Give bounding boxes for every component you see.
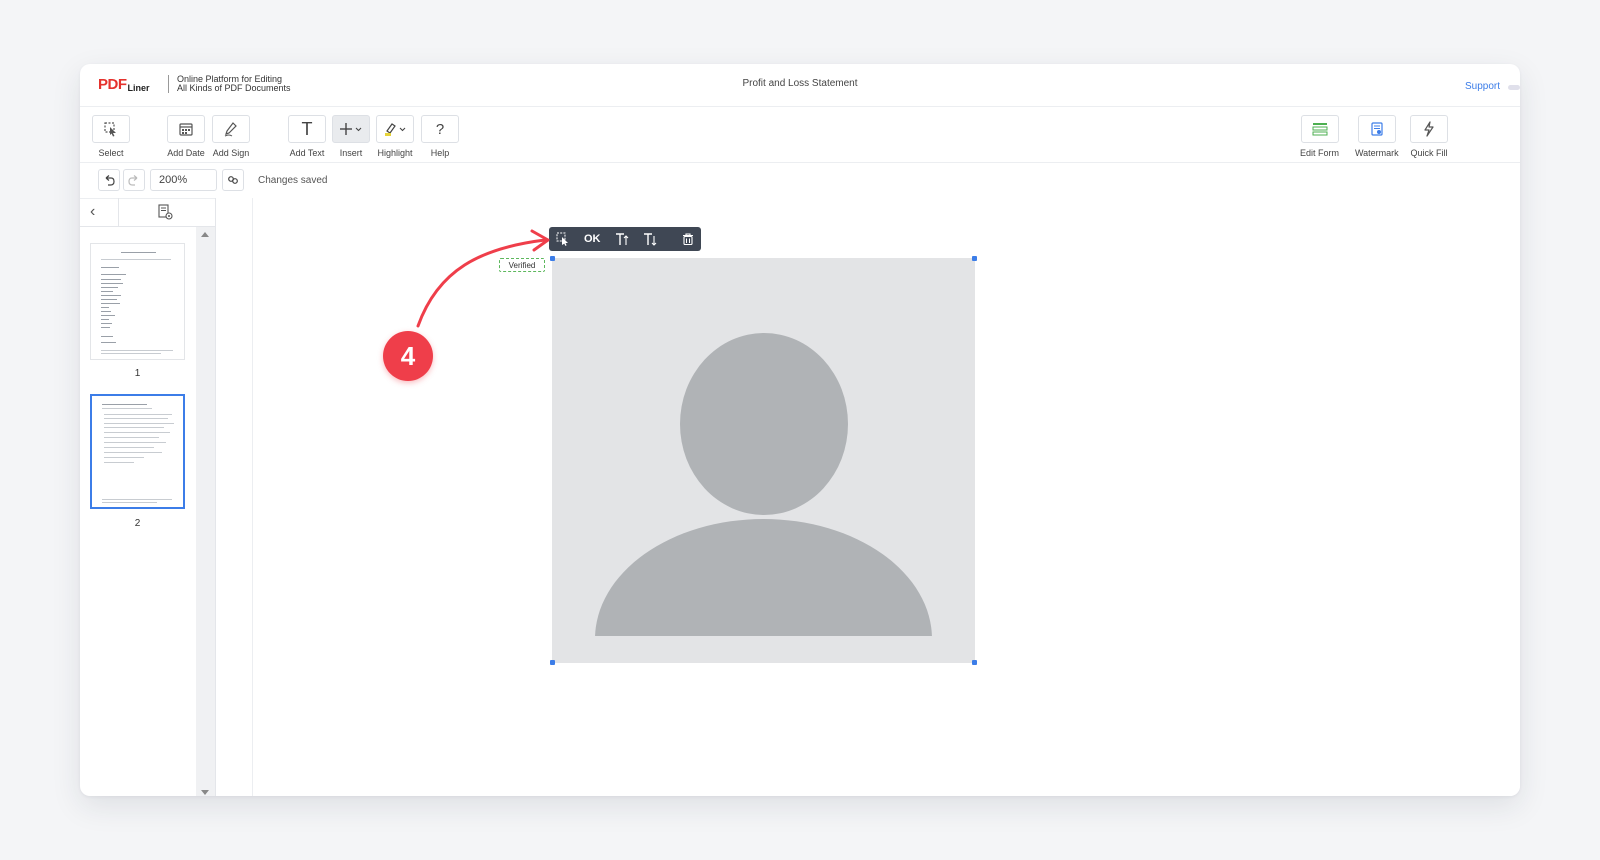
avatar-bottom-mask: [552, 636, 975, 663]
highlight-label: Highlight: [377, 148, 413, 158]
page-number-1: 1: [134, 368, 141, 379]
page-thumbnail-1[interactable]: [90, 243, 185, 360]
page-settings-icon[interactable]: [156, 203, 174, 226]
resize-handle-top-right[interactable]: [972, 256, 977, 261]
redo-icon: [128, 175, 138, 186]
trash-icon[interactable]: [681, 232, 695, 246]
document-title: Profit and Loss Statement: [742, 78, 858, 89]
image-placeholder[interactable]: [552, 258, 975, 663]
step-badge: 4: [383, 331, 433, 381]
add-sign-label: Add Sign: [212, 148, 250, 158]
select-tool-icon: [92, 115, 130, 143]
account-menu[interactable]: [1508, 85, 1520, 90]
help-tool[interactable]: ? Help: [421, 115, 459, 158]
sidebar-header-divider: [118, 198, 119, 226]
document-canvas[interactable]: OK Verified: [216, 198, 1520, 796]
field-select-icon[interactable]: [556, 232, 570, 246]
secondary-toolbar: 200% Changes saved: [80, 163, 1520, 199]
pen-icon: [212, 115, 250, 143]
field-toolbar: OK: [549, 227, 701, 251]
avatar-head: [680, 333, 848, 515]
page-number-2: 2: [134, 518, 141, 529]
link-icon: [228, 176, 238, 184]
pages-sidebar: ‹ 1 2: [80, 198, 216, 796]
add-date-label: Add Date: [167, 148, 205, 158]
support-link[interactable]: Support: [1465, 81, 1500, 92]
highlighter-icon: [376, 115, 414, 143]
edit-form-icon: [1300, 115, 1339, 143]
undo-icon: [105, 175, 115, 186]
field-ok-button[interactable]: OK: [584, 233, 601, 245]
link-button[interactable]: [222, 169, 244, 191]
page-thumbnail-2[interactable]: [90, 394, 185, 509]
watermark-icon: [1357, 115, 1396, 143]
redo-button[interactable]: [123, 169, 145, 191]
highlight-tool[interactable]: Highlight: [376, 115, 414, 158]
quick-fill-tool[interactable]: Quick Fill: [1410, 115, 1448, 158]
app-window: PDF Liner Online Platform for Editing Al…: [80, 64, 1520, 796]
page-margin-line: [252, 198, 253, 796]
save-status: Changes saved: [258, 175, 328, 186]
resize-handle-bottom-left[interactable]: [550, 660, 555, 665]
verified-label[interactable]: Verified: [499, 258, 545, 272]
watermark-tool[interactable]: Watermark: [1355, 115, 1399, 158]
edit-form-tool[interactable]: Edit Form: [1300, 115, 1339, 158]
add-date-tool[interactable]: Add Date: [167, 115, 205, 158]
increase-font-icon[interactable]: [615, 232, 629, 246]
select-tool[interactable]: Select: [92, 115, 130, 158]
text-icon: T: [288, 115, 326, 143]
question-icon: ?: [421, 115, 459, 143]
lightning-icon: [1410, 115, 1448, 143]
zoom-field[interactable]: 200%: [150, 169, 217, 191]
decrease-font-icon[interactable]: [643, 232, 657, 246]
select-tool-label: Select: [98, 148, 124, 158]
watermark-label: Watermark: [1355, 148, 1399, 158]
sidebar-scrollbar[interactable]: [196, 227, 215, 796]
add-text-label: Add Text: [289, 148, 325, 158]
main-toolbar: Select Add Date Add Sign T Add Text Inse…: [80, 107, 1520, 163]
resize-handle-bottom-right[interactable]: [972, 660, 977, 665]
scroll-down-icon[interactable]: [201, 790, 209, 795]
sidebar-header: ‹: [80, 198, 215, 227]
app-header: PDF Liner Online Platform for Editing Al…: [80, 64, 1520, 107]
edit-form-label: Edit Form: [1300, 148, 1340, 158]
add-text-tool[interactable]: T Add Text: [288, 115, 326, 158]
quick-fill-label: Quick Fill: [1410, 148, 1448, 158]
insert-tool[interactable]: Insert: [332, 115, 370, 158]
resize-handle-top-left[interactable]: [550, 256, 555, 261]
chevron-left-icon[interactable]: ‹: [90, 203, 95, 221]
help-label: Help: [430, 148, 450, 158]
insert-label: Insert: [339, 148, 363, 158]
calendar-icon: [167, 115, 205, 143]
undo-button[interactable]: [98, 169, 120, 191]
add-sign-tool[interactable]: Add Sign: [212, 115, 250, 158]
plus-icon: [332, 115, 370, 143]
scroll-up-icon[interactable]: [201, 232, 209, 237]
